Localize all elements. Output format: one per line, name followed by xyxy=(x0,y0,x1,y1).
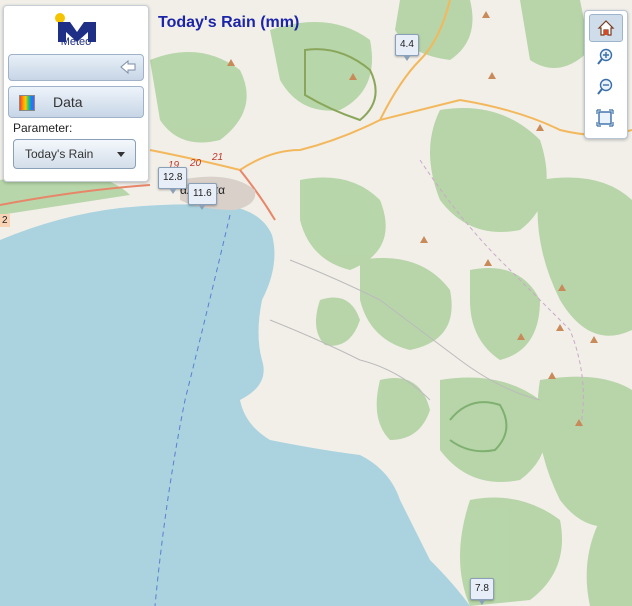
full-extent-button[interactable] xyxy=(589,105,621,131)
parameter-label: Parameter: xyxy=(13,121,73,135)
extent-icon xyxy=(596,109,614,127)
station-marker[interactable]: 12.8 xyxy=(158,167,188,194)
parameter-select-value: Today's Rain xyxy=(25,147,94,161)
chevron-down-icon xyxy=(117,152,125,157)
zoom-out-icon xyxy=(597,78,613,95)
home-button[interactable] xyxy=(589,14,623,42)
collapse-panel-button[interactable] xyxy=(8,54,144,81)
home-icon xyxy=(597,20,615,36)
edge-road-label: 2 xyxy=(0,214,10,227)
road-number-label: 21 xyxy=(212,152,224,163)
zoom-out-button[interactable] xyxy=(589,74,621,100)
zoom-in-button[interactable] xyxy=(589,44,621,70)
parameter-select[interactable]: Today's Rain xyxy=(13,139,136,169)
control-panel: Meteo Data Parameter: Today's Rain xyxy=(3,5,149,182)
data-button[interactable]: Data xyxy=(8,86,144,118)
rainbow-icon xyxy=(19,95,35,111)
road-number-label: 20 xyxy=(190,158,202,169)
map-title: Today's Rain (mm) xyxy=(158,14,300,31)
data-button-label: Data xyxy=(53,94,83,110)
station-marker[interactable]: 4.4 xyxy=(395,34,419,61)
station-marker[interactable]: 11.6 xyxy=(188,183,217,210)
arrow-left-icon xyxy=(120,59,136,75)
zoom-in-icon xyxy=(597,48,613,65)
station-marker[interactable]: 7.8 xyxy=(470,578,494,605)
map-toolbar xyxy=(584,10,628,139)
logo-text: Meteo xyxy=(60,36,92,48)
